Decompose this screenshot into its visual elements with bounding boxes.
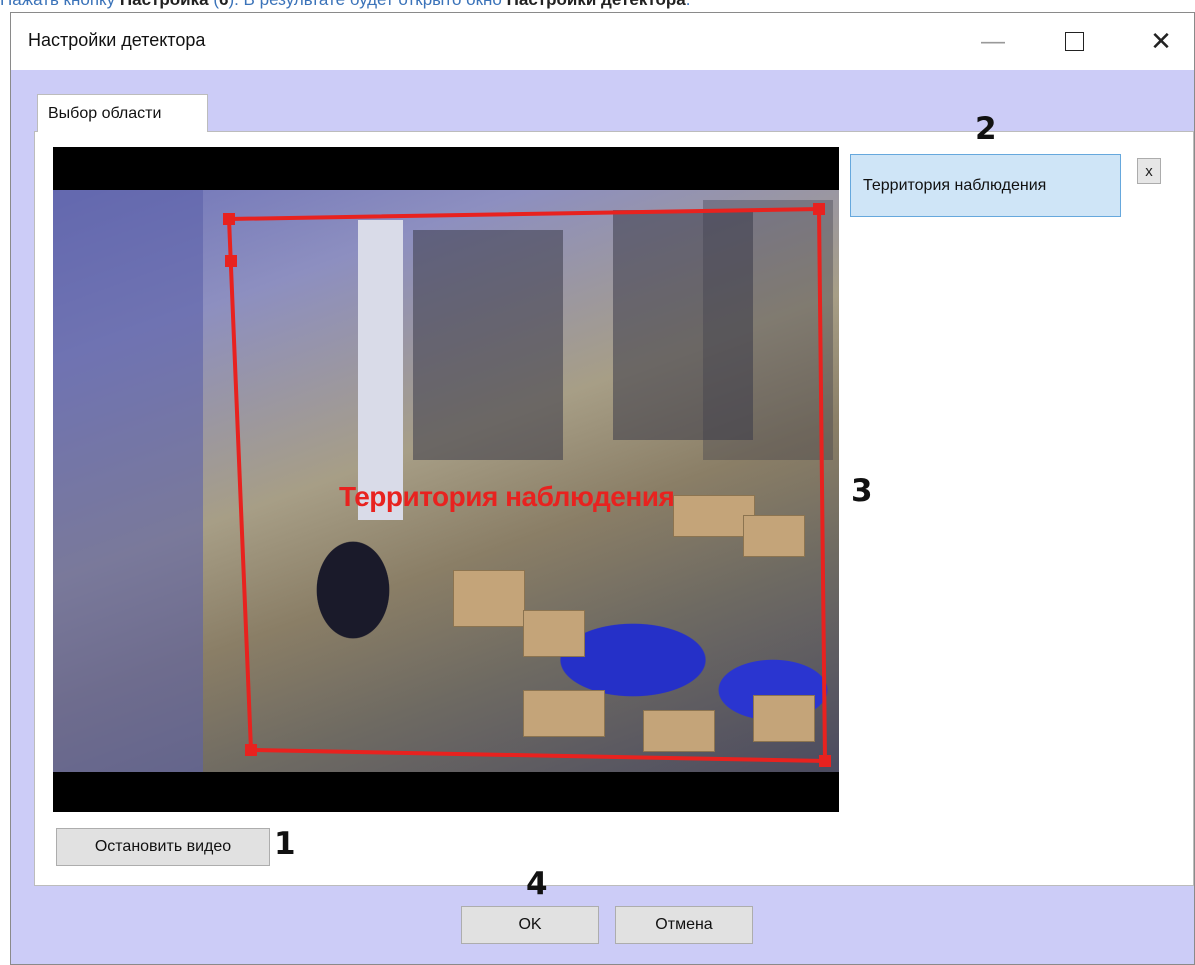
video-preview[interactable]: Территория наблюдения	[53, 147, 839, 812]
zone-vertex-handle[interactable]	[225, 255, 237, 267]
tab-area-selection[interactable]: Выбор области	[37, 94, 208, 132]
detector-settings-window: Настройки детектора — ✕ Выбор области Те…	[10, 12, 1195, 965]
remove-zone-button[interactable]: x	[1137, 158, 1161, 184]
zone-overlay[interactable]	[53, 147, 839, 812]
window-title: Настройки детектора	[28, 30, 206, 50]
doc-instruction-line: Нажать кнопку Настройка (6). В результат…	[0, 0, 1195, 12]
remove-zone-label: x	[1145, 162, 1153, 180]
doc-text-mid2: ). В результате будет открыто окно	[228, 0, 506, 9]
cancel-button[interactable]: Отмена	[615, 906, 753, 944]
ok-button[interactable]: OK	[461, 906, 599, 944]
minimize-button[interactable]: —	[968, 13, 1018, 70]
callout-marker-3: 3	[851, 473, 873, 509]
doc-text-suffix: .	[686, 0, 691, 9]
stop-video-button[interactable]: Остановить видео	[56, 828, 270, 866]
maximize-icon	[1064, 32, 1084, 51]
zone-vertex-handle[interactable]	[223, 213, 235, 225]
callout-marker-4: 4	[526, 866, 548, 902]
doc-text-mid: (	[209, 0, 219, 9]
maximize-button[interactable]	[1049, 13, 1099, 70]
close-icon: ✕	[1150, 26, 1172, 56]
close-button[interactable]: ✕	[1136, 13, 1186, 70]
minimize-icon: —	[981, 27, 1005, 55]
zone-label: Территория наблюдения	[339, 481, 675, 512]
zone-list-item[interactable]: Территория наблюдения	[850, 154, 1121, 217]
zone-vertex-handle[interactable]	[813, 203, 825, 215]
doc-text-bold-setting: Настройка	[120, 0, 209, 9]
tab-label: Выбор области	[48, 104, 162, 122]
zone-vertex-handle[interactable]	[245, 744, 257, 756]
callout-marker-2: 2	[975, 111, 997, 147]
doc-text-bold-window: Настройки детектора	[507, 0, 686, 9]
zone-list-item-label: Территория наблюдения	[863, 176, 1047, 194]
callout-marker-1: 1	[274, 826, 296, 862]
zone-vertex-handle[interactable]	[819, 755, 831, 767]
doc-text-prefix: Нажать кнопку	[0, 0, 120, 9]
title-bar[interactable]: Настройки детектора — ✕	[11, 13, 1194, 70]
